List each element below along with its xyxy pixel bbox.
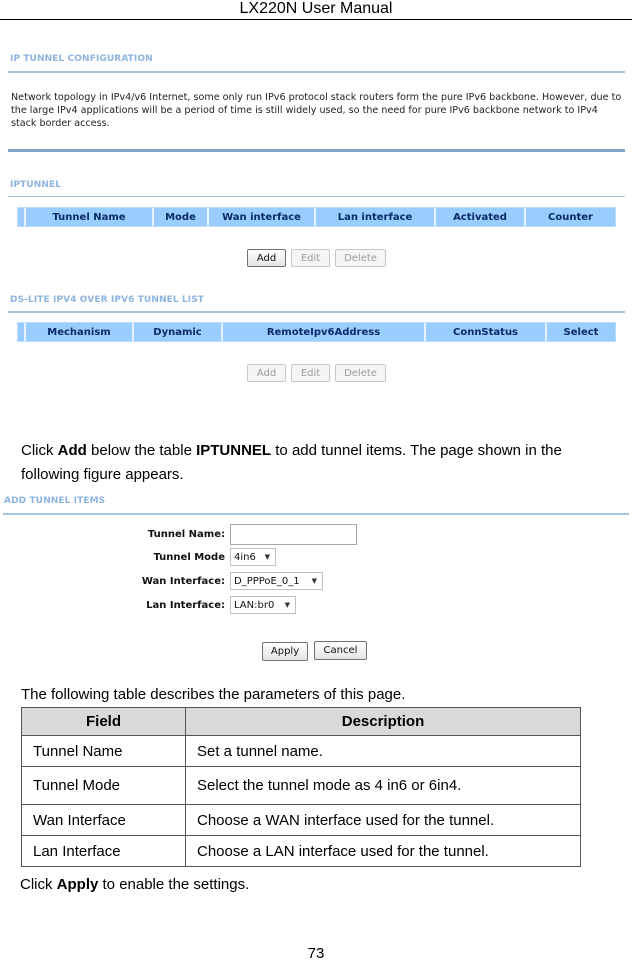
- field-cell: Tunnel Mode: [21, 766, 186, 805]
- column-lan-interface: Lan interface: [316, 208, 436, 226]
- column-mode: Mode: [154, 208, 209, 226]
- column-remote-ipv6-address: RemoteIpv6Address: [223, 323, 426, 341]
- tunnel-name-label: Tunnel Name:: [147, 529, 225, 540]
- footer-note: Click Apply to enable the settings.: [20, 873, 249, 897]
- section-divider: [8, 196, 625, 197]
- description-cell: Choose a LAN interface used for the tunn…: [185, 835, 581, 867]
- column-activated: Activated: [436, 208, 526, 226]
- section-divider: [8, 149, 625, 152]
- column-tunnel-name: Tunnel Name: [26, 208, 154, 226]
- cancel-button[interactable]: Cancel: [314, 641, 367, 660]
- description-cell: Select the tunnel mode as 4 in6 or 6in4.: [185, 766, 581, 805]
- dslite-title: DS-LITE IPV4 OVER IPV6 TUNNEL LIST: [10, 295, 205, 305]
- text-fragment: below the table: [86, 442, 197, 459]
- table-header-row: Field Description: [21, 707, 581, 736]
- iptunnel-edit-button[interactable]: Edit: [291, 249, 330, 267]
- section-divider: [3, 513, 629, 515]
- column-dynamic: Dynamic: [134, 323, 223, 341]
- apply-button[interactable]: Apply: [262, 642, 308, 661]
- chevron-down-icon: ▼: [284, 601, 290, 609]
- lan-interface-label: Lan Interface:: [146, 600, 225, 611]
- tunnel-mode-label: Tunnel Mode: [153, 552, 225, 563]
- table-header-lead: [18, 208, 26, 226]
- header-field: Field: [21, 707, 186, 736]
- field-cell: Tunnel Name: [21, 735, 186, 767]
- dslite-add-button[interactable]: Add: [247, 364, 286, 382]
- table-row: Tunnel Name Set a tunnel name.: [21, 735, 581, 767]
- iptunnel-delete-button[interactable]: Delete: [335, 249, 386, 267]
- dslite-edit-button[interactable]: Edit: [291, 364, 330, 382]
- table-intro-text: The following table describes the parame…: [21, 686, 406, 703]
- section-divider: [8, 311, 625, 313]
- table-header-lead: [18, 323, 26, 341]
- text-fragment: to enable the settings.: [98, 876, 250, 893]
- ip-tunnel-description: Network topology in IPv4/v6 Internet, so…: [11, 92, 622, 129]
- iptunnel-title: IPTUNNEL: [10, 180, 62, 190]
- table-row: Lan Interface Choose a LAN interface use…: [21, 835, 581, 867]
- bold-iptunnel: IPTUNNEL: [196, 442, 272, 459]
- column-wan-interface: Wan interface: [209, 208, 316, 226]
- chevron-down-icon: ▼: [264, 553, 270, 561]
- iptunnel-add-button[interactable]: Add: [247, 249, 286, 267]
- field-cell: Wan Interface: [21, 804, 186, 836]
- dslite-delete-button[interactable]: Delete: [335, 364, 386, 382]
- description-cell: Set a tunnel name.: [185, 735, 581, 767]
- column-conn-status: ConnStatus: [426, 323, 547, 341]
- wan-interface-value: D_PPPoE_0_1: [234, 575, 300, 587]
- header-description: Description: [185, 707, 581, 736]
- wan-interface-label: Wan Interface:: [141, 576, 225, 587]
- dslite-table-header: Mechanism Dynamic RemoteIpv6Address Conn…: [17, 322, 616, 342]
- chevron-down-icon: ▼: [311, 577, 317, 585]
- wan-interface-select[interactable]: D_PPPoE_0_1 ▼: [230, 572, 323, 590]
- column-select: Select: [563, 326, 599, 338]
- tunnel-mode-select[interactable]: 4in6 ▼: [230, 548, 276, 566]
- tunnel-mode-value: 4in6: [234, 551, 256, 563]
- table-row: Wan Interface Choose a WAN interface use…: [21, 804, 581, 836]
- ip-tunnel-config-title: IP TUNNEL CONFIGURATION: [10, 54, 153, 64]
- text-fragment: Click: [21, 442, 58, 459]
- column-counter: Counter: [548, 211, 593, 223]
- lan-interface-value: LAN:br0: [234, 599, 275, 611]
- field-cell: Lan Interface: [21, 835, 186, 867]
- bold-add: Add: [57, 442, 87, 459]
- column-mechanism: Mechanism: [26, 323, 134, 341]
- table-row: Tunnel Mode Select the tunnel mode as 4 …: [21, 766, 581, 805]
- tunnel-name-input[interactable]: [230, 524, 357, 545]
- description-cell: Choose a WAN interface used for the tunn…: [185, 804, 581, 836]
- instruction-text: Click Add below the table IPTUNNEL to ad…: [21, 439, 621, 487]
- add-tunnel-items-title: ADD TUNNEL ITEMS: [4, 496, 106, 506]
- bold-apply: Apply: [56, 876, 99, 893]
- page-header: LX220N User Manual: [0, 0, 632, 20]
- text-fragment: Click: [20, 876, 57, 893]
- lan-interface-select[interactable]: LAN:br0 ▼: [230, 596, 296, 614]
- iptunnel-table-header: Tunnel Name Mode Wan interface Lan inter…: [17, 207, 616, 227]
- section-divider: [8, 71, 625, 73]
- page-number: 73: [307, 945, 325, 961]
- parameters-table: Field Description Tunnel Name Set a tunn…: [21, 707, 581, 867]
